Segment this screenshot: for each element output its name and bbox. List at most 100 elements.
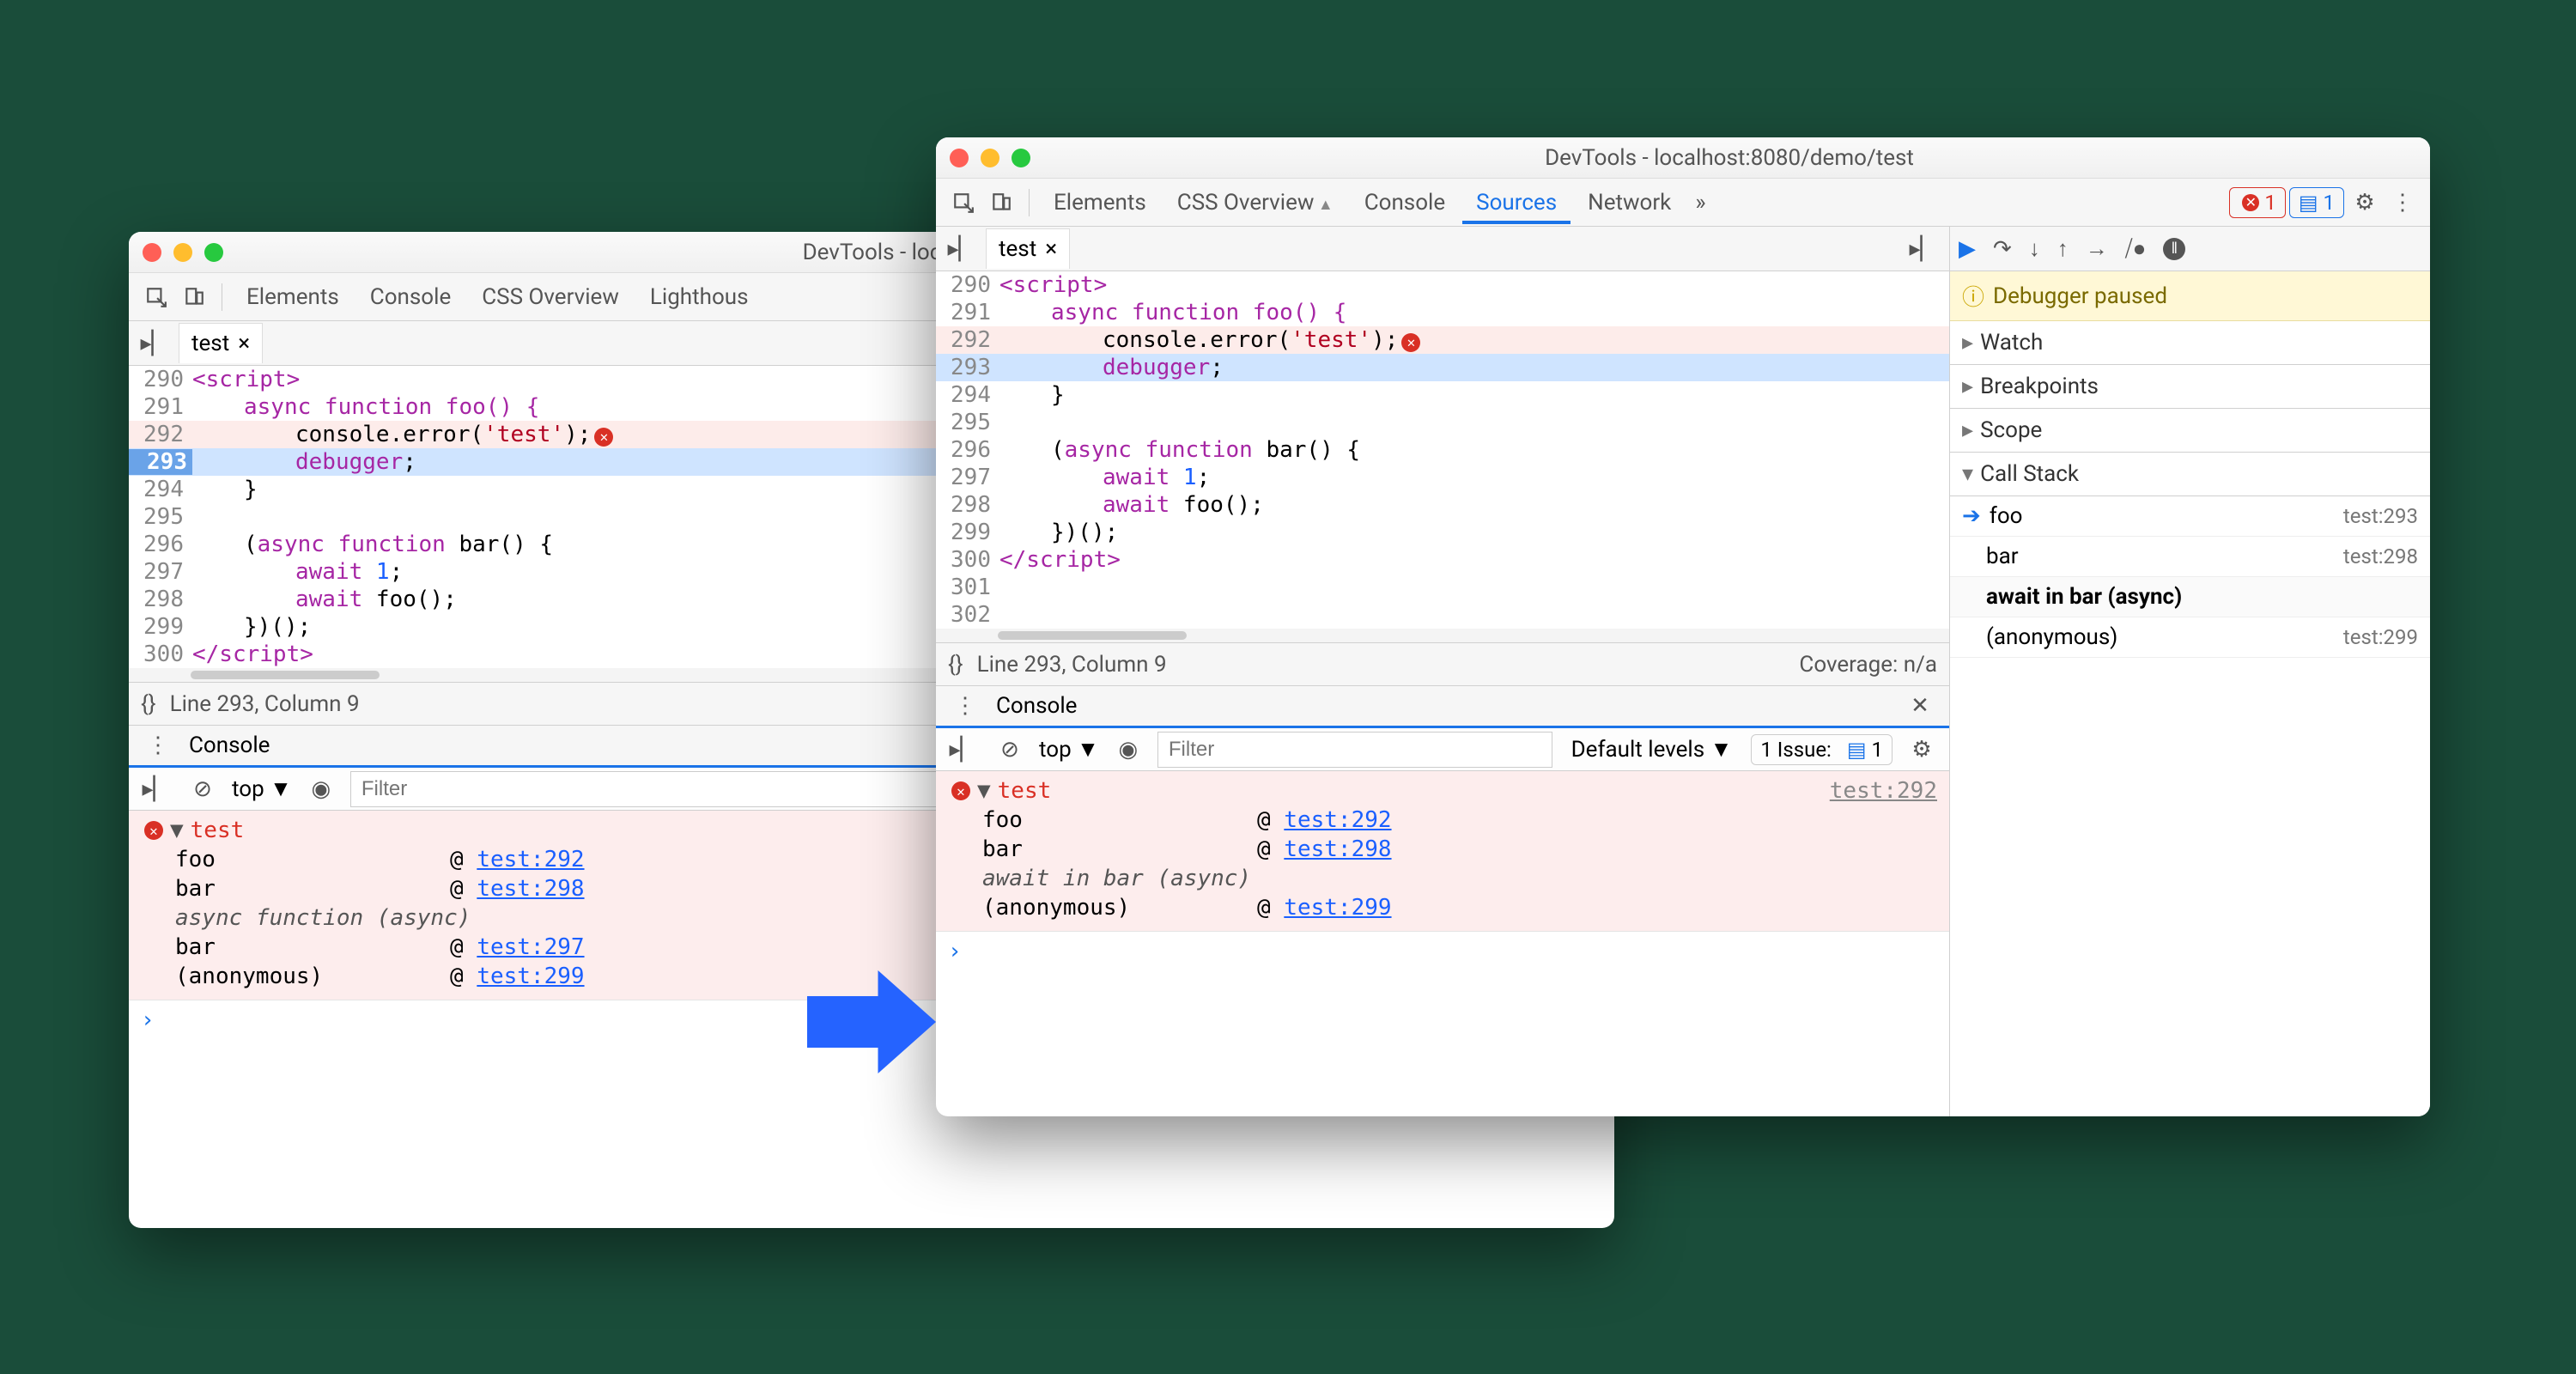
device-icon[interactable] bbox=[177, 280, 211, 314]
code-text: } bbox=[192, 477, 258, 502]
step-over-icon[interactable]: ↷ bbox=[1993, 236, 2012, 262]
gear-icon[interactable]: ⚙ bbox=[1905, 733, 1939, 767]
step-into-icon[interactable]: ↓ bbox=[2029, 235, 2040, 262]
levels-selector[interactable]: Default levels ▼ bbox=[1564, 736, 1740, 763]
tab-css-overview[interactable]: CSS Overview bbox=[468, 276, 633, 319]
breakpoints-section[interactable]: Breakpoints bbox=[1950, 365, 2430, 409]
tab-elements[interactable]: Elements bbox=[233, 276, 353, 319]
resume-icon[interactable]: ▶ bbox=[1959, 236, 1976, 262]
kebab-icon[interactable]: ⋮ bbox=[141, 728, 175, 763]
source-link[interactable]: test:297 bbox=[477, 934, 584, 960]
gear-icon[interactable]: ⚙ bbox=[2348, 185, 2382, 220]
code-text: <script> bbox=[999, 272, 1107, 298]
device-icon[interactable] bbox=[984, 185, 1018, 220]
source-link[interactable]: test:298 bbox=[2343, 544, 2418, 568]
issues-badge[interactable]: 1 Issue: ▤1 bbox=[1751, 734, 1893, 765]
inspect-icon[interactable] bbox=[946, 185, 981, 220]
fn-name: bar bbox=[982, 836, 1257, 862]
format-icon[interactable]: {} bbox=[141, 691, 156, 717]
drawer-label[interactable]: Console bbox=[996, 693, 1077, 719]
messages-badge[interactable]: ▤1 bbox=[2289, 187, 2344, 218]
deactivate-breakpoints-icon[interactable]: ⧸● bbox=[2125, 235, 2147, 263]
horizontal-scrollbar[interactable] bbox=[936, 629, 1949, 642]
editor-column: ▸▏ test × ▸▏ 290<script> 291async functi… bbox=[936, 227, 1949, 1116]
code-text: debugger bbox=[1103, 355, 1210, 380]
file-tab-test[interactable]: test × bbox=[986, 228, 1070, 269]
scope-section[interactable]: Scope bbox=[1950, 409, 2430, 453]
async-divider: await in bar (async) bbox=[936, 864, 1949, 893]
execution-icon[interactable]: ▸▏ bbox=[946, 733, 981, 767]
watch-section[interactable]: Watch bbox=[1950, 321, 2430, 365]
eye-icon[interactable]: ◉ bbox=[304, 772, 338, 806]
stack-frame[interactable]: bar@ test:298 bbox=[936, 835, 1949, 864]
source-link[interactable]: test:292 bbox=[477, 847, 584, 872]
callstack-frame[interactable]: (anonymous)test:299 bbox=[1950, 617, 2430, 658]
source-link[interactable]: test:292 bbox=[1284, 807, 1391, 833]
more-tabs-icon[interactable]: » bbox=[1688, 190, 1712, 216]
code-text: ; bbox=[390, 559, 404, 585]
kebab-icon[interactable]: ⋮ bbox=[948, 689, 982, 723]
snippets-icon[interactable]: ▸▏ bbox=[1906, 232, 1941, 266]
zoom-icon[interactable] bbox=[1012, 149, 1030, 167]
zoom-icon[interactable] bbox=[204, 243, 223, 262]
minimize-icon[interactable] bbox=[981, 149, 999, 167]
kebab-icon[interactable]: ⋮ bbox=[2385, 185, 2420, 220]
minimize-icon[interactable] bbox=[173, 243, 192, 262]
source-link[interactable]: test:299 bbox=[477, 964, 584, 989]
context-selector[interactable]: top ▼ bbox=[232, 775, 292, 802]
eye-icon[interactable]: ◉ bbox=[1111, 733, 1145, 767]
tab-css-overview[interactable]: CSS Overview bbox=[1163, 181, 1347, 224]
close-icon[interactable]: ✕ bbox=[1903, 689, 1937, 723]
step-out-icon[interactable]: ↑ bbox=[2057, 235, 2069, 262]
close-icon[interactable] bbox=[143, 243, 161, 262]
pause-exceptions-icon[interactable]: ‖ bbox=[2163, 238, 2185, 260]
context-selector[interactable]: top ▼ bbox=[1039, 736, 1099, 763]
line-number: 292 bbox=[129, 422, 192, 447]
stack-frame[interactable]: foo@ test:292 bbox=[936, 806, 1949, 835]
console-prompt[interactable]: › bbox=[936, 931, 1949, 971]
at: @ bbox=[1257, 807, 1271, 833]
stack-frame[interactable]: (anonymous)@ test:299 bbox=[936, 893, 1949, 922]
step-icon[interactable]: → bbox=[2086, 235, 2108, 262]
line-number: 298 bbox=[936, 492, 999, 518]
navigator-icon[interactable]: ▸▏ bbox=[945, 232, 979, 266]
tab-elements[interactable]: Elements bbox=[1040, 181, 1160, 224]
error-icon[interactable]: ✕ bbox=[1401, 333, 1420, 352]
execution-icon[interactable]: ▸▏ bbox=[139, 772, 173, 806]
line-number: 293 bbox=[936, 355, 999, 380]
close-icon[interactable]: × bbox=[238, 331, 250, 356]
tab-network[interactable]: Network bbox=[1574, 181, 1685, 224]
navigator-icon[interactable]: ▸▏ bbox=[137, 326, 172, 361]
tab-console[interactable]: Console bbox=[356, 276, 465, 319]
source-link[interactable]: test:293 bbox=[2343, 504, 2418, 528]
callstack-frame[interactable]: ➔footest:293 bbox=[1950, 496, 2430, 537]
file-tab-test[interactable]: test × bbox=[179, 323, 263, 363]
source-link[interactable]: test:299 bbox=[1284, 895, 1391, 921]
code-text: ); bbox=[1371, 327, 1398, 353]
clear-icon[interactable]: ⊘ bbox=[185, 772, 220, 806]
console-error-head[interactable]: ✕ ▼ test test:292 bbox=[936, 776, 1949, 806]
source-link[interactable]: test:292 bbox=[1830, 778, 1937, 804]
error-icon[interactable]: ✕ bbox=[594, 428, 613, 447]
console-toolbar: ▸▏ ⊘ top ▼ ◉ Default levels ▼ 1 Issue: ▤… bbox=[936, 728, 1949, 771]
filter-input[interactable] bbox=[1157, 732, 1552, 768]
tab-console[interactable]: Console bbox=[1351, 181, 1459, 224]
callstack-frame[interactable]: bartest:298 bbox=[1950, 537, 2430, 577]
clear-icon[interactable]: ⊘ bbox=[993, 733, 1027, 767]
source-link[interactable]: test:298 bbox=[1284, 836, 1391, 862]
source-link[interactable]: test:298 bbox=[477, 876, 584, 902]
drawer-label[interactable]: Console bbox=[189, 733, 270, 758]
code-editor[interactable]: 290<script> 291async function foo() { 29… bbox=[936, 271, 1949, 642]
close-icon[interactable] bbox=[950, 149, 969, 167]
tab-sources[interactable]: Sources bbox=[1462, 181, 1571, 224]
error-badge[interactable]: ✕1 bbox=[2229, 187, 2286, 218]
callstack-section[interactable]: Call Stack bbox=[1950, 453, 2430, 496]
annotation-arrow bbox=[807, 970, 936, 1073]
fn-name: foo bbox=[1990, 503, 2023, 529]
code-text: ; bbox=[1210, 355, 1224, 380]
close-icon[interactable]: × bbox=[1045, 236, 1057, 262]
format-icon[interactable]: {} bbox=[948, 652, 963, 678]
tab-lighthouse[interactable]: Lighthous bbox=[636, 276, 762, 319]
inspect-icon[interactable] bbox=[139, 280, 173, 314]
source-link[interactable]: test:299 bbox=[2343, 625, 2418, 649]
